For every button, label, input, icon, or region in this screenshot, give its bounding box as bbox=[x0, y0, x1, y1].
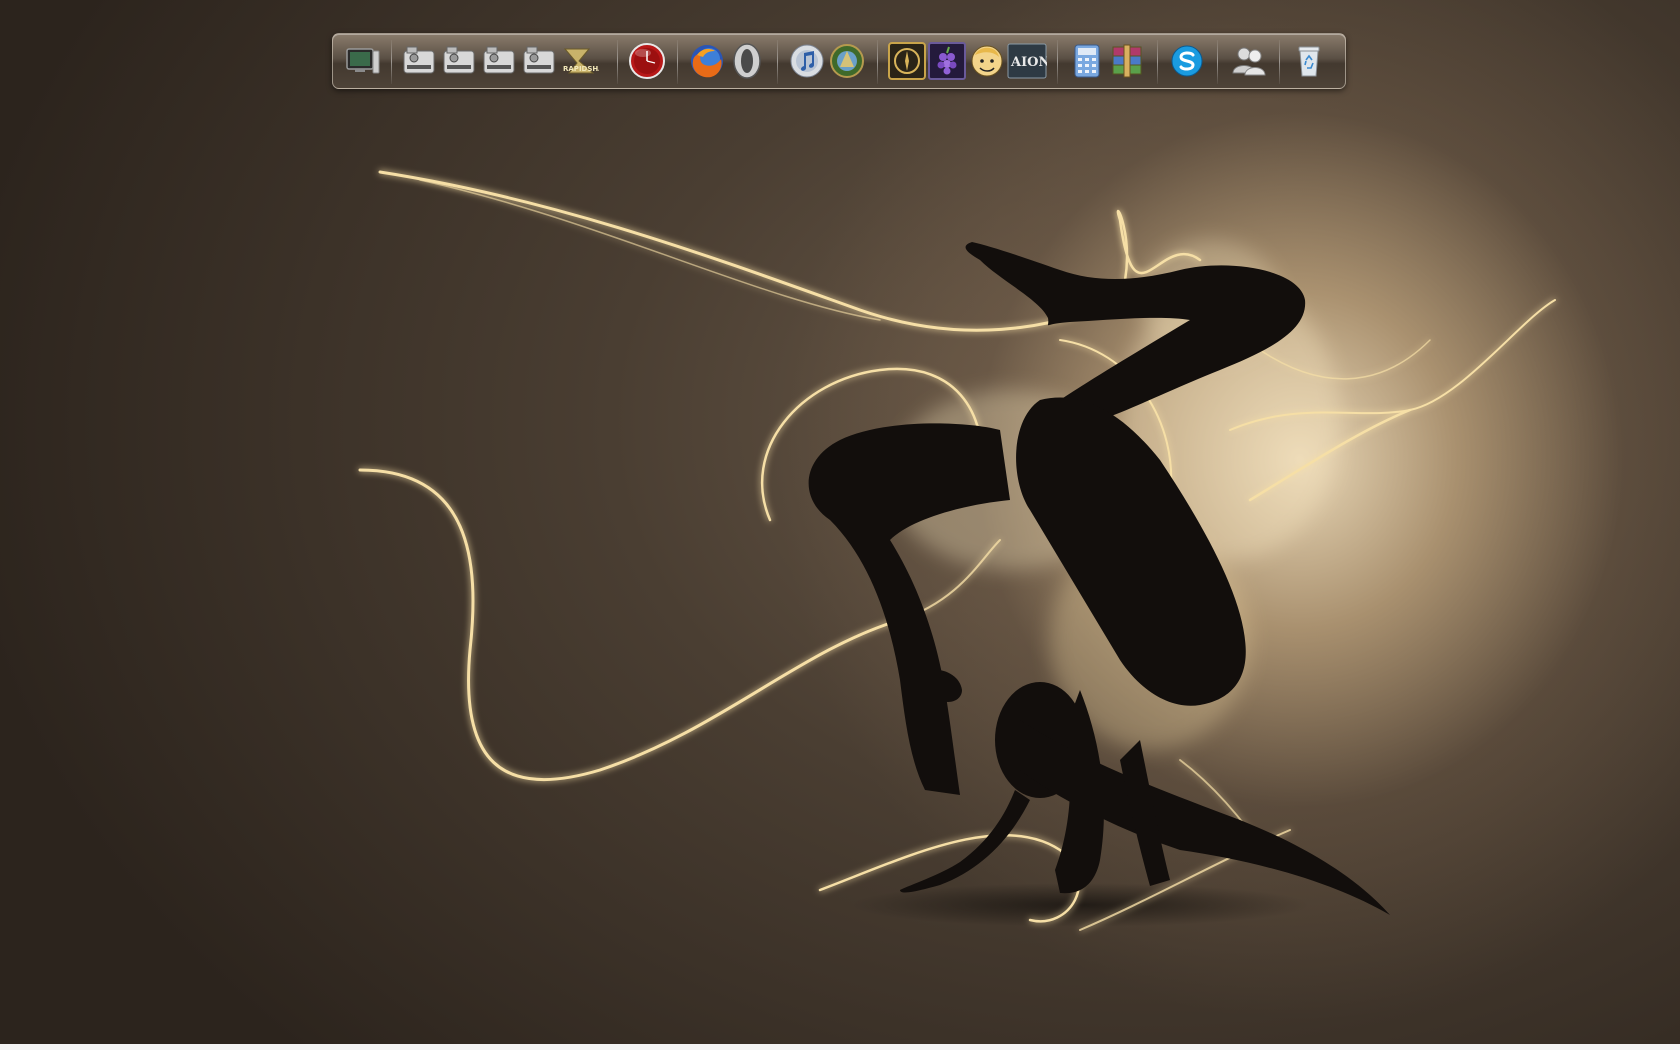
dock-separator bbox=[777, 40, 778, 84]
rapidshare-icon[interactable]: RAPIDSHARE bbox=[559, 41, 599, 81]
game-icon-emblem[interactable] bbox=[887, 41, 927, 81]
calculator-icon[interactable] bbox=[1067, 41, 1107, 81]
my-computer-icon[interactable] bbox=[343, 41, 383, 81]
desktop: RAPIDSHARE bbox=[0, 0, 1680, 1050]
firefox-icon[interactable] bbox=[687, 41, 727, 81]
application-dock: RAPIDSHARE bbox=[332, 33, 1346, 89]
skype-icon[interactable] bbox=[1167, 41, 1207, 81]
aion-icon[interactable]: AION bbox=[1007, 41, 1047, 81]
drive-icon-1[interactable] bbox=[399, 41, 439, 81]
dock-separator bbox=[677, 40, 678, 84]
world-of-warcraft-icon[interactable] bbox=[827, 41, 867, 81]
messenger-icon[interactable] bbox=[1229, 41, 1269, 81]
drive-icon-4[interactable] bbox=[519, 41, 559, 81]
dock-separator bbox=[1157, 40, 1158, 84]
aion-label: AION bbox=[1010, 55, 1047, 70]
drive-icon-3[interactable] bbox=[479, 41, 519, 81]
dock-separator bbox=[617, 40, 618, 84]
dock-separator bbox=[1057, 40, 1058, 84]
fallout-vault-boy-icon[interactable] bbox=[967, 41, 1007, 81]
wallpaper-artwork bbox=[358, 170, 1556, 931]
dock-separator bbox=[391, 40, 392, 84]
winrar-icon[interactable] bbox=[1107, 41, 1147, 81]
itunes-icon[interactable] bbox=[787, 41, 827, 81]
game-icon-grapes[interactable] bbox=[927, 41, 967, 81]
dock-separator bbox=[1279, 40, 1280, 84]
rapidshare-label: RAPIDSHARE bbox=[563, 65, 599, 73]
opera-icon[interactable] bbox=[727, 41, 767, 81]
recycle-bin-icon[interactable] bbox=[1289, 41, 1329, 81]
screen-bottom-edge bbox=[0, 1044, 1680, 1050]
dock-separator bbox=[877, 40, 878, 84]
clock-icon[interactable] bbox=[627, 41, 667, 81]
drive-icon-2[interactable] bbox=[439, 41, 479, 81]
dock-separator bbox=[1217, 40, 1218, 84]
